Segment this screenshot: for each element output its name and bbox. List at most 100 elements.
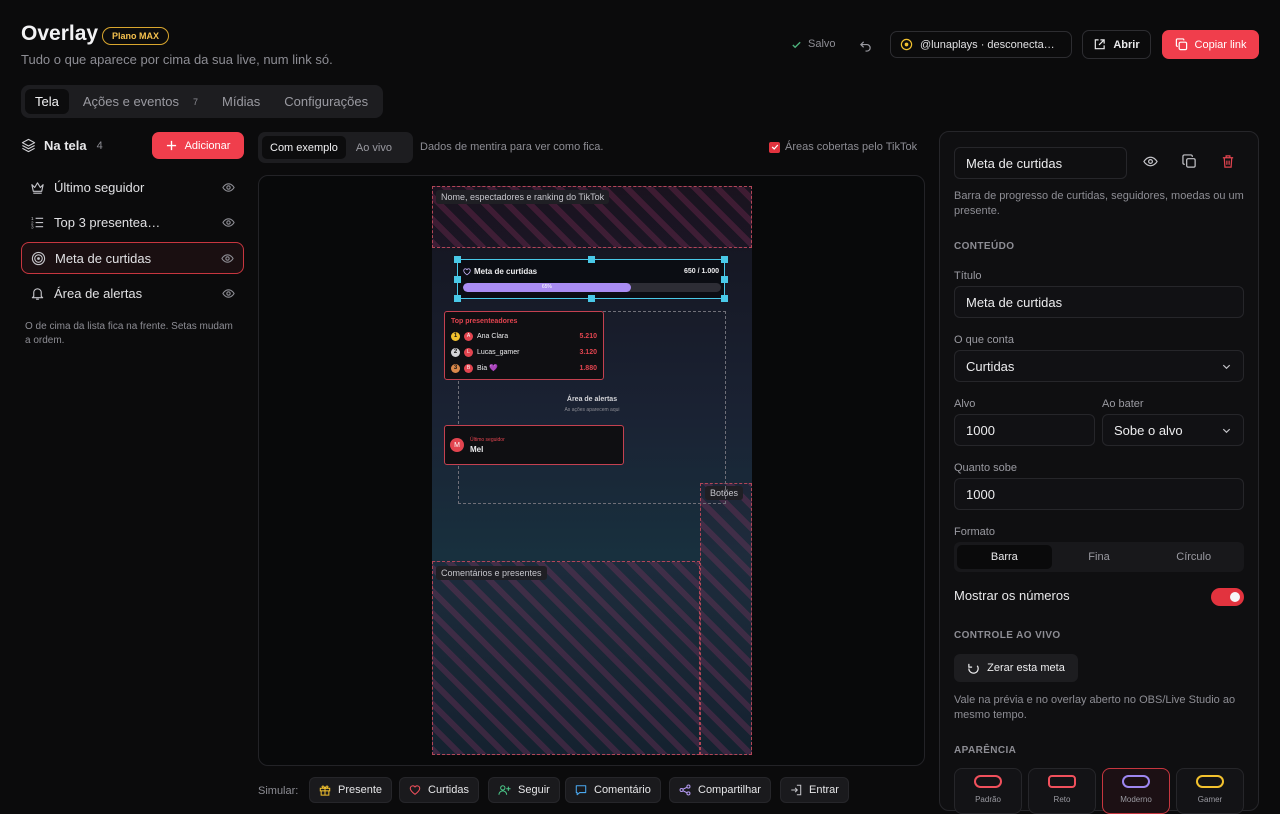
resize-handle[interactable] <box>454 295 461 302</box>
style-gamer-option[interactable]: Gamer <box>1176 768 1244 814</box>
resize-handle[interactable] <box>454 276 461 283</box>
gifter-name: Bia 💜 <box>477 365 498 372</box>
mode-example-button[interactable]: Com exemplo <box>262 136 346 159</box>
comment-icon <box>575 785 587 796</box>
target-input[interactable]: 1000 <box>954 414 1095 446</box>
layer-area-de-alertas[interactable]: Área de alertas <box>21 277 244 309</box>
external-link-icon <box>1095 39 1106 50</box>
resize-handle[interactable] <box>588 295 595 302</box>
duplicate-button[interactable] <box>1182 154 1197 169</box>
mode-live-button[interactable]: Ao vivo <box>348 136 400 159</box>
layer-top-3-presenteadores[interactable]: 123 Top 3 presentea… <box>21 206 244 238</box>
tab-configuracoes[interactable]: Configurações <box>274 89 378 114</box>
eye-icon[interactable] <box>222 287 235 300</box>
likes-goal-widget[interactable]: Meta de curtidas 650 / 1.000 65% <box>454 256 728 302</box>
alerts-area-title: Área de alertas <box>566 396 618 403</box>
last-follower-widget[interactable]: M Último seguidor Mel <box>444 425 624 465</box>
undo-icon <box>859 40 871 52</box>
simulate-join-button[interactable]: Entrar <box>780 777 849 803</box>
undo-button[interactable] <box>855 36 875 54</box>
on-hit-select[interactable]: Sobe o alvo <box>1102 414 1244 446</box>
zone-comments-label: Comentários e presentes <box>436 566 547 580</box>
resize-handle[interactable] <box>588 256 595 263</box>
on-hit-label: Ao bater <box>1102 398 1144 410</box>
eye-icon <box>1143 156 1158 167</box>
simulate-gift-button[interactable]: Presente <box>309 777 393 803</box>
top-gifters-title: Top presenteadores <box>451 318 518 325</box>
eye-icon[interactable] <box>221 252 234 265</box>
visibility-button[interactable] <box>1143 154 1158 169</box>
open-label: Abrir <box>1113 38 1140 51</box>
counts-select[interactable]: Curtidas <box>954 350 1244 382</box>
counts-label: O que conta <box>954 334 1014 346</box>
alerts-area-subtitle: As ações aparecem aqui <box>564 407 620 413</box>
tab-acoes-e-eventos[interactable]: Ações e eventos 7 <box>73 89 208 114</box>
simulate-comment-button[interactable]: Comentário <box>565 777 661 803</box>
open-button[interactable]: Abrir <box>1082 30 1151 59</box>
gifter-name: Lucas_gamer <box>477 348 520 356</box>
top-gifters-widget[interactable]: Top presenteadores 1 A Ana Clara 5.210 2… <box>444 311 604 380</box>
heart-icon <box>463 267 471 275</box>
preview-mode-toggle: Com exemplo Ao vivo <box>258 132 413 163</box>
check-icon <box>792 41 801 48</box>
last-follower-label: Último seguidor <box>470 436 505 443</box>
resize-handle[interactable] <box>721 256 728 263</box>
covered-areas-checkbox[interactable]: Áreas cobertas pelo TikTok <box>769 141 917 153</box>
resize-handle[interactable] <box>721 276 728 283</box>
add-layer-button[interactable]: Adicionar <box>152 132 244 159</box>
resize-handle[interactable] <box>454 256 461 263</box>
tab-label: Configurações <box>284 94 369 109</box>
rank-number: 1 <box>451 331 460 341</box>
gifter-points: 1.880 <box>579 364 597 372</box>
step-input[interactable]: 1000 <box>954 478 1244 510</box>
format-label: Formato <box>954 526 995 538</box>
avatar: A <box>464 331 473 341</box>
step-label: Quanto sobe <box>954 462 1017 474</box>
simulate-follow-button[interactable]: Seguir <box>488 777 560 803</box>
delete-button[interactable] <box>1221 154 1235 169</box>
copy-link-button[interactable]: Copiar link <box>1162 30 1259 59</box>
show-numbers-label: Mostrar os números <box>954 588 1070 603</box>
live-note: Vale na prévia e no overlay aberto no OB… <box>954 694 1236 721</box>
reset-goal-label: Zerar esta meta <box>987 662 1065 674</box>
style-moderno-option[interactable]: Moderno <box>1102 768 1170 814</box>
resize-handle[interactable] <box>721 295 728 302</box>
simulate-likes-button[interactable]: Curtidas <box>399 777 479 803</box>
tab-tela[interactable]: Tela <box>25 89 69 114</box>
eye-icon[interactable] <box>222 216 235 229</box>
page-subtitle: Tudo o que aparece por cima da sua live,… <box>21 52 333 67</box>
on-hit-select-value: Sobe o alvo <box>1114 422 1183 438</box>
show-numbers-toggle[interactable] <box>1211 588 1244 606</box>
layer-label: Meta de curtidas <box>55 250 152 266</box>
style-padrao-option[interactable]: Padrão <box>954 768 1022 814</box>
widget-name-input[interactable]: Meta de curtidas <box>954 147 1127 179</box>
style-preview-pill <box>1196 775 1224 788</box>
format-bar-option[interactable]: Barra <box>957 545 1052 569</box>
format-circle-option[interactable]: Círculo <box>1146 545 1241 569</box>
properties-panel: Meta de curtidas Barra de progresso de c… <box>939 131 1259 814</box>
copy-link-label: Copiar link <box>1194 38 1247 51</box>
goal-progress-fill: 65% <box>463 283 631 292</box>
style-reto-option[interactable]: Reto <box>1028 768 1096 814</box>
layer-ultimo-seguidor[interactable]: Último seguidor <box>21 171 244 203</box>
format-segmented-control: Barra Fina Círculo <box>954 542 1244 572</box>
tab-label: Tela <box>35 94 59 109</box>
rank-number: 2 <box>451 347 460 357</box>
heart-icon <box>409 785 421 795</box>
plus-icon <box>166 140 176 151</box>
style-preview-pill <box>974 775 1002 788</box>
account-status[interactable]: @lunaplays · desconecta… <box>890 31 1072 58</box>
layer-meta-de-curtidas[interactable]: Meta de curtidas <box>21 242 244 274</box>
main-tabs: Tela Ações e eventos 7 Mídias Configuraçõ… <box>21 85 383 118</box>
title-input[interactable]: Meta de curtidas <box>954 286 1244 318</box>
tab-midias[interactable]: Mídias <box>212 89 270 114</box>
reset-goal-button[interactable]: Zerar esta meta <box>954 654 1078 682</box>
tab-label: Mídias <box>222 94 261 109</box>
simulate-share-button[interactable]: Compartilhar <box>669 777 771 803</box>
gift-icon <box>319 785 331 796</box>
eye-icon[interactable] <box>222 181 235 194</box>
goal-percent: 65% <box>541 284 552 290</box>
format-thin-option[interactable]: Fina <box>1052 545 1147 569</box>
plan-badge: Plano MAX <box>102 27 170 45</box>
section-live-heading: CONTROLE AO VIVO <box>954 630 1061 641</box>
